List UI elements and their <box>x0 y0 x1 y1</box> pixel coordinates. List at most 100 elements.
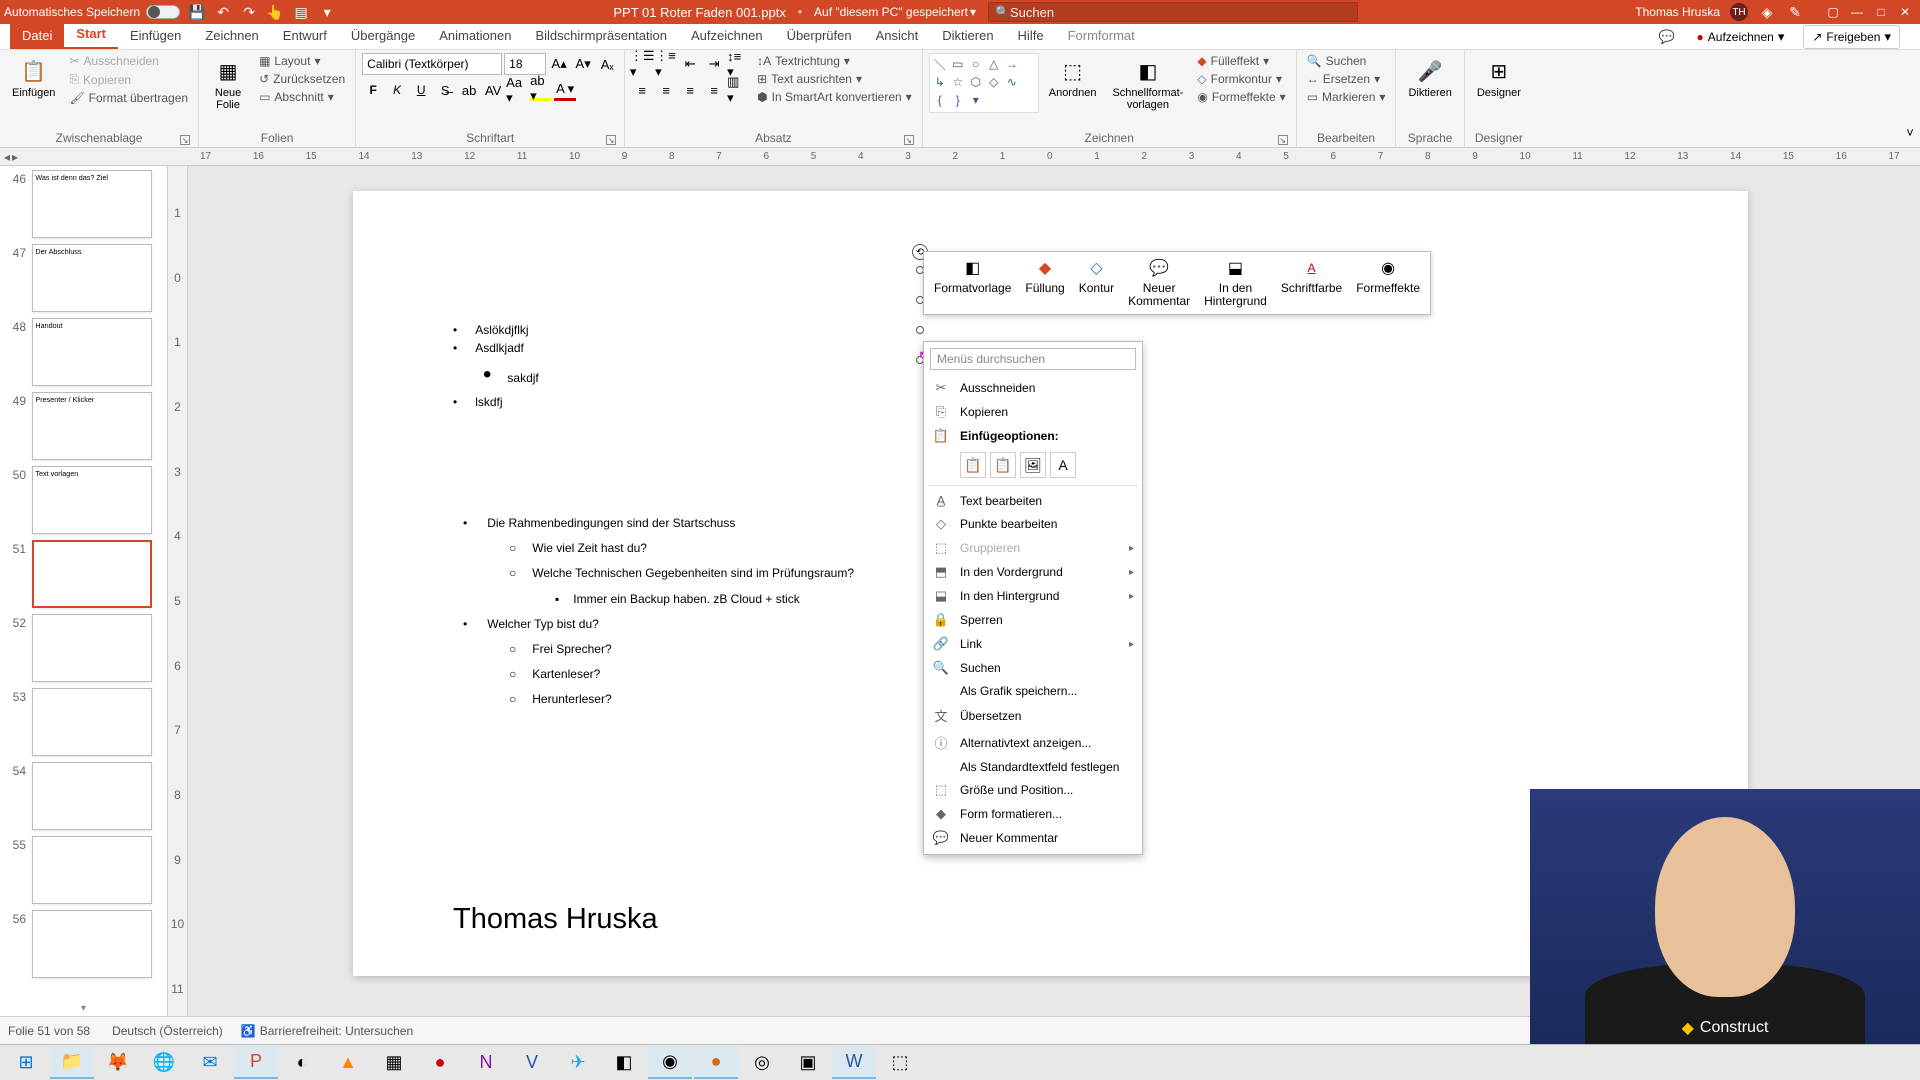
paste-picture-icon[interactable]: 🖼 <box>1020 452 1046 478</box>
thumbnail-slide[interactable] <box>32 910 152 978</box>
thumbnail-item[interactable]: 54 <box>6 762 161 830</box>
taskbar-visio-icon[interactable]: V <box>510 1047 554 1079</box>
align-left-icon[interactable]: ≡ <box>631 79 653 101</box>
mtb-send-back[interactable]: ⬓In den Hintergrund <box>1198 256 1273 310</box>
shape-triangle-icon[interactable]: △ <box>986 56 1002 72</box>
mtb-font-color[interactable]: ASchriftfarbe <box>1275 256 1348 310</box>
replace-button[interactable]: ↔Ersetzen ▾ <box>1303 71 1390 87</box>
italic-button[interactable]: K <box>386 79 408 101</box>
taskbar-explorer-icon[interactable]: 📁 <box>50 1047 94 1079</box>
paste-keep-source-icon[interactable]: 📋 <box>990 452 1016 478</box>
font-color-icon[interactable]: A ▾ <box>554 79 576 101</box>
touch-mode-icon[interactable]: 👆 <box>266 3 284 21</box>
font-name-combo[interactable]: Calibri (Textkörper) <box>362 53 502 75</box>
tab-review[interactable]: Überprüfen <box>775 24 864 49</box>
thumbnail-item[interactable]: 51 <box>6 540 161 608</box>
ctx-copy[interactable]: ⎘Kopieren <box>924 400 1142 424</box>
search-box[interactable]: 🔍 <box>988 2 1358 22</box>
thumbnail-slide[interactable] <box>32 614 152 682</box>
tab-home[interactable]: Start <box>64 22 118 49</box>
select-button[interactable]: ▭Markieren ▾ <box>1303 89 1390 105</box>
shape-oval-icon[interactable]: ○ <box>968 56 984 72</box>
taskbar-chrome-icon[interactable]: 🌐 <box>142 1047 186 1079</box>
taskbar-app6-icon[interactable]: ▣ <box>786 1047 830 1079</box>
shape-connector-icon[interactable]: ↳ <box>932 74 948 90</box>
clear-format-icon[interactable]: Aₓ <box>596 53 618 75</box>
toggle-switch[interactable] <box>146 5 180 19</box>
tab-slideshow[interactable]: Bildschirmpräsentation <box>523 24 679 49</box>
mtb-outline[interactable]: ◇Kontur <box>1073 256 1120 310</box>
accessibility-check[interactable]: ♿Barrierefreiheit: Untersuchen <box>241 1024 413 1038</box>
taskbar-app-icon[interactable]: ◐ <box>280 1047 324 1079</box>
save-icon[interactable]: 💾 <box>188 3 206 21</box>
tab-shape-format[interactable]: Formformat <box>1056 24 1147 49</box>
coming-soon-icon[interactable]: ◈ <box>1758 3 1776 21</box>
ctx-size-pos[interactable]: ⬚Größe und Position... <box>924 778 1142 802</box>
shape-callout-icon[interactable]: ◇ <box>986 74 1002 90</box>
thumbnail-item[interactable]: 52 <box>6 614 161 682</box>
thumbnail-item[interactable]: 46Was ist denn das? Ziel <box>6 170 161 238</box>
tab-design[interactable]: Entwurf <box>271 24 339 49</box>
tab-animations[interactable]: Animationen <box>427 24 523 49</box>
ruler-vertical[interactable]: 101234567891011 <box>168 166 188 1016</box>
minimize-icon[interactable]: — <box>1846 2 1868 22</box>
taskbar-vlc-icon[interactable]: ▲ <box>326 1047 370 1079</box>
thumbnail-slide[interactable]: Der Abschluss <box>32 244 152 312</box>
ctx-link[interactable]: 🔗Link▸ <box>924 632 1142 656</box>
mtb-style[interactable]: ◧Formatvorlage <box>928 256 1017 310</box>
taskbar-app3-icon[interactable]: ● <box>418 1047 462 1079</box>
tab-view[interactable]: Ansicht <box>864 24 931 49</box>
outline-collapse-icon[interactable]: ◂ <box>4 150 10 164</box>
thumbnail-slide[interactable] <box>32 540 152 608</box>
cut-button[interactable]: ✂Ausschneiden <box>65 53 192 69</box>
share-button[interactable]: ↗Freigeben ▾ <box>1803 25 1900 49</box>
thumbnail-item[interactable]: 49Presenter / Klicker <box>6 392 161 460</box>
mtb-fill[interactable]: ◆Füllung <box>1019 256 1070 310</box>
pen-icon[interactable]: ✎ <box>1786 3 1804 21</box>
text-direction-button[interactable]: ↕ATextrichtung ▾ <box>753 53 916 69</box>
thumbnail-slide[interactable]: Handout <box>32 318 152 386</box>
ctx-search[interactable]: 🔍Suchen <box>924 656 1142 680</box>
scroll-indicator-icon[interactable]: ▾ <box>81 1003 86 1014</box>
tab-record[interactable]: Aufzeichnen <box>679 24 775 49</box>
tab-transitions[interactable]: Übergänge <box>339 24 427 49</box>
ctx-new-comment[interactable]: 💬Neuer Kommentar <box>924 826 1142 850</box>
strikethrough-button[interactable]: S̶ <box>434 79 456 101</box>
ctx-edit-text[interactable]: A̲Text bearbeiten <box>924 489 1142 512</box>
menu-search-input[interactable]: Menüs durchsuchen <box>930 348 1136 370</box>
shape-lbrace-icon[interactable]: { <box>932 92 948 108</box>
thumbnail-item[interactable]: 55 <box>6 836 161 904</box>
outline-expand-icon[interactable]: ▸ <box>12 150 18 164</box>
save-location[interactable]: Auf "diesem PC" gespeichert ▾ <box>814 5 976 19</box>
start-button[interactable]: ⊞ <box>4 1047 48 1079</box>
dialog-launcher-icon[interactable]: ↘ <box>1278 135 1288 145</box>
taskbar-obs-icon[interactable]: ◉ <box>648 1047 692 1079</box>
shape-hex-icon[interactable]: ⬡ <box>968 74 984 90</box>
columns-icon[interactable]: ▥ ▾ <box>727 79 749 101</box>
bullets-icon[interactable]: ⋮☰ ▾ <box>631 53 653 75</box>
resize-handle[interactable] <box>916 326 924 334</box>
highlight-color-icon[interactable]: ab ▾ <box>530 79 552 101</box>
increase-indent-icon[interactable]: ⇥ <box>703 53 725 75</box>
ctx-lock[interactable]: 🔒Sperren <box>924 608 1142 632</box>
quick-styles-button[interactable]: ◧Schnellformat- vorlagen <box>1106 53 1189 115</box>
taskbar-app4-icon[interactable]: ◧ <box>602 1047 646 1079</box>
taskbar-app5-icon[interactable]: ◎ <box>740 1047 784 1079</box>
taskbar-outlook-icon[interactable]: ✉ <box>188 1047 232 1079</box>
ctx-send-back[interactable]: ⬓In den Hintergrund▸ <box>924 584 1142 608</box>
start-from-beginning-icon[interactable]: ▤ <box>292 3 310 21</box>
thumbnail-slide[interactable]: Presenter / Klicker <box>32 392 152 460</box>
ctx-set-default[interactable]: Als Standardtextfeld festlegen <box>924 756 1142 778</box>
collapse-ribbon-icon[interactable]: ˅ <box>1900 121 1920 143</box>
tab-help[interactable]: Hilfe <box>1006 24 1056 49</box>
decrease-indent-icon[interactable]: ⇤ <box>679 53 701 75</box>
qat-overflow-icon[interactable]: ▾ <box>318 3 336 21</box>
reset-button[interactable]: ↺Zurücksetzen <box>255 71 349 87</box>
dialog-launcher-icon[interactable]: ↘ <box>606 135 616 145</box>
thumbnail-item[interactable]: 50Text vorlagen <box>6 466 161 534</box>
shape-curve-icon[interactable]: ∿ <box>1004 74 1020 90</box>
ctx-translate[interactable]: 文Übersetzen <box>924 702 1142 729</box>
thumbnail-slide[interactable]: Was ist denn das? Ziel <box>32 170 152 238</box>
thumbnail-slide[interactable] <box>32 762 152 830</box>
shape-line-icon[interactable]: ＼ <box>932 56 948 72</box>
